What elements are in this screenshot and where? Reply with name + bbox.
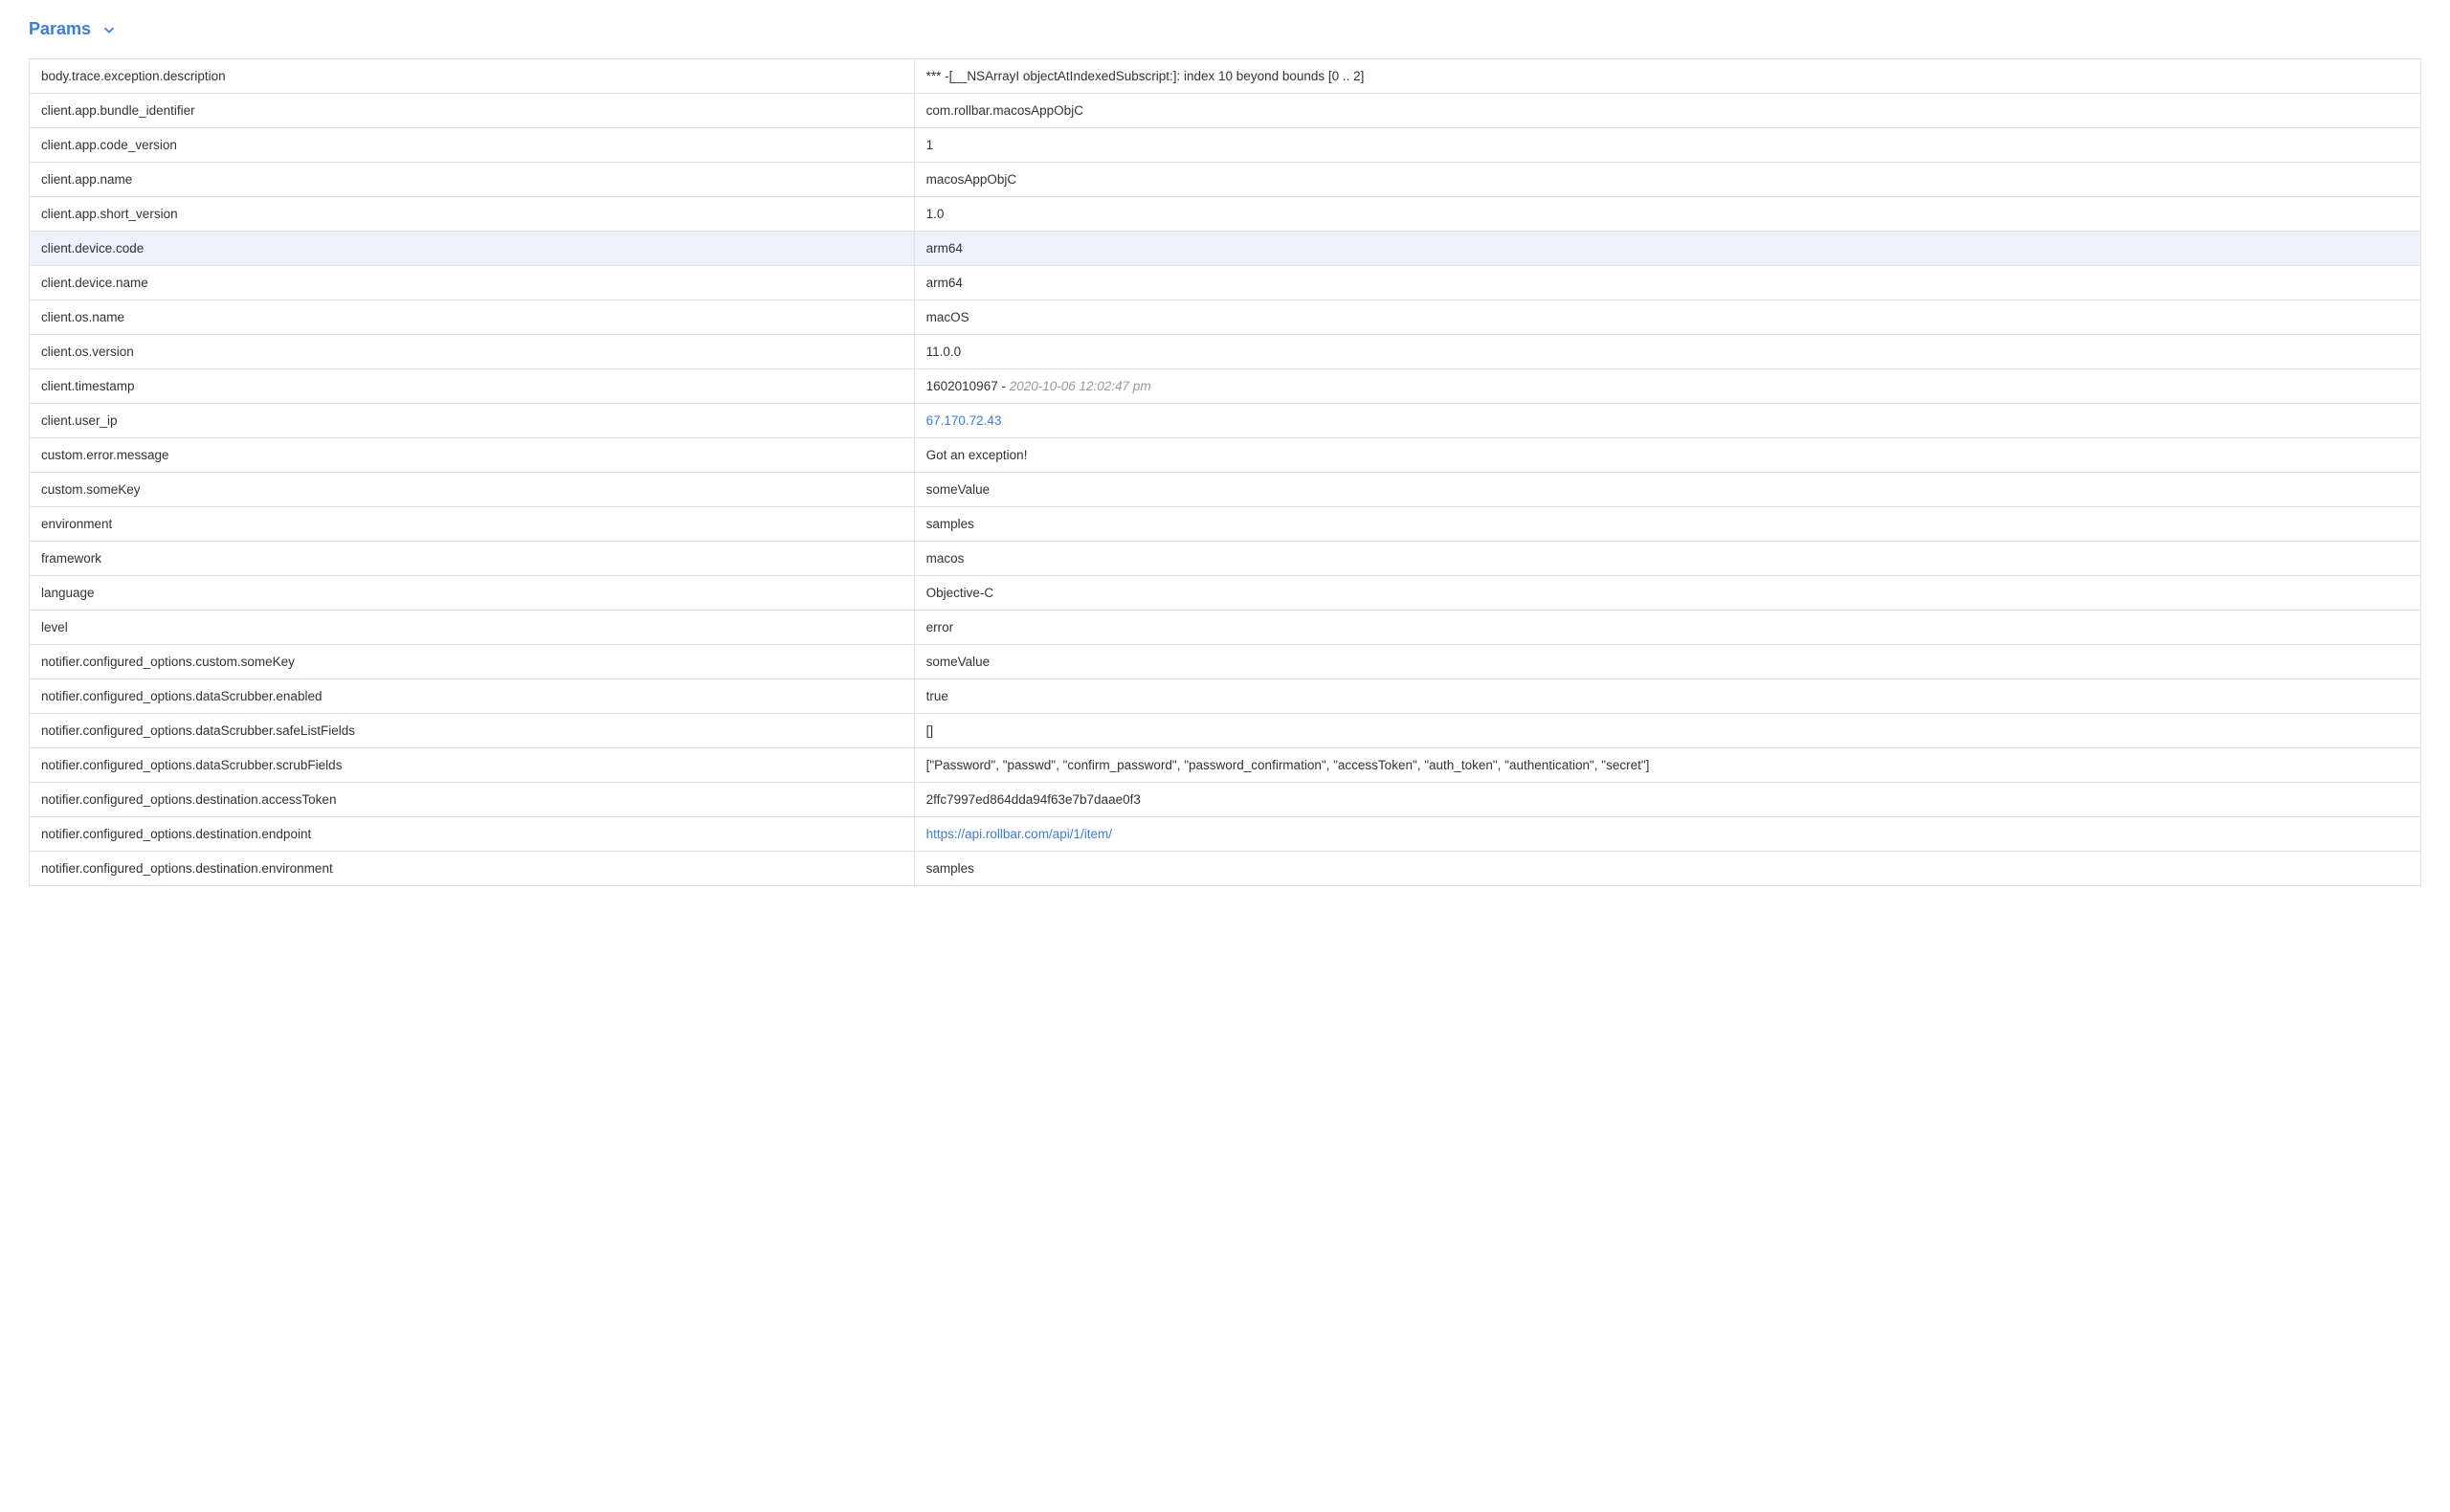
param-key: client.device.name: [30, 266, 915, 300]
param-key: custom.someKey: [30, 473, 915, 507]
param-link[interactable]: 67.170.72.43: [926, 413, 1002, 428]
param-value: someValue: [914, 473, 2420, 507]
timestamp-raw: 1602010967 -: [926, 379, 1010, 393]
param-key: notifier.configured_options.destination.…: [30, 852, 915, 886]
param-key: client.device.code: [30, 232, 915, 266]
param-value: macOS: [914, 300, 2420, 335]
param-key: notifier.configured_options.dataScrubber…: [30, 748, 915, 783]
table-row[interactable]: client.app.bundle_identifiercom.rollbar.…: [30, 94, 2421, 128]
param-key: notifier.configured_options.destination.…: [30, 817, 915, 852]
param-key: client.os.version: [30, 335, 915, 369]
table-row[interactable]: custom.error.messageGot an exception!: [30, 438, 2421, 473]
param-value: Got an exception!: [914, 438, 2420, 473]
table-row[interactable]: client.device.namearm64: [30, 266, 2421, 300]
table-row[interactable]: notifier.configured_options.dataScrubber…: [30, 714, 2421, 748]
param-key: notifier.configured_options.dataScrubber…: [30, 714, 915, 748]
param-key: notifier.configured_options.destination.…: [30, 783, 915, 817]
params-table: body.trace.exception.description*** -[__…: [29, 58, 2421, 886]
param-key: client.app.code_version: [30, 128, 915, 163]
table-row[interactable]: notifier.configured_options.destination.…: [30, 852, 2421, 886]
table-row[interactable]: client.os.version11.0.0: [30, 335, 2421, 369]
table-row[interactable]: notifier.configured_options.custom.someK…: [30, 645, 2421, 679]
table-row[interactable]: body.trace.exception.description*** -[__…: [30, 59, 2421, 94]
param-key: client.app.name: [30, 163, 915, 197]
param-value: 67.170.72.43: [914, 404, 2420, 438]
param-key: notifier.configured_options.custom.someK…: [30, 645, 915, 679]
param-value: error: [914, 611, 2420, 645]
param-value: 1602010967 - 2020-10-06 12:02:47 pm: [914, 369, 2420, 404]
table-row[interactable]: custom.someKeysomeValue: [30, 473, 2421, 507]
param-key: notifier.configured_options.dataScrubber…: [30, 679, 915, 714]
param-value: samples: [914, 507, 2420, 542]
param-value: samples: [914, 852, 2420, 886]
timestamp-formatted: 2020-10-06 12:02:47 pm: [1010, 379, 1151, 393]
param-key: client.app.bundle_identifier: [30, 94, 915, 128]
table-row[interactable]: environmentsamples: [30, 507, 2421, 542]
param-key: language: [30, 576, 915, 611]
param-value: 1.0: [914, 197, 2420, 232]
table-row[interactable]: languageObjective-C: [30, 576, 2421, 611]
table-row[interactable]: frameworkmacos: [30, 542, 2421, 576]
param-value: arm64: [914, 266, 2420, 300]
param-value: com.rollbar.macosAppObjC: [914, 94, 2420, 128]
params-section-header[interactable]: Params: [29, 19, 2421, 39]
param-value: 1: [914, 128, 2420, 163]
param-key: custom.error.message: [30, 438, 915, 473]
param-key: body.trace.exception.description: [30, 59, 915, 94]
param-key: client.user_ip: [30, 404, 915, 438]
table-row[interactable]: client.app.namemacosAppObjC: [30, 163, 2421, 197]
params-section-title: Params: [29, 19, 91, 39]
param-key: level: [30, 611, 915, 645]
table-row[interactable]: notifier.configured_options.destination.…: [30, 817, 2421, 852]
table-row[interactable]: client.app.code_version1: [30, 128, 2421, 163]
param-value: *** -[__NSArrayI objectAtIndexedSubscrip…: [914, 59, 2420, 94]
param-value: true: [914, 679, 2420, 714]
param-key: client.app.short_version: [30, 197, 915, 232]
param-value: 11.0.0: [914, 335, 2420, 369]
table-row[interactable]: client.os.namemacOS: [30, 300, 2421, 335]
chevron-down-icon: [102, 23, 116, 36]
param-value: https://api.rollbar.com/api/1/item/: [914, 817, 2420, 852]
table-row[interactable]: client.timestamp1602010967 - 2020-10-06 …: [30, 369, 2421, 404]
param-value: macos: [914, 542, 2420, 576]
param-value: someValue: [914, 645, 2420, 679]
param-value: macosAppObjC: [914, 163, 2420, 197]
table-row[interactable]: notifier.configured_options.dataScrubber…: [30, 679, 2421, 714]
param-value: ["Password", "passwd", "confirm_password…: [914, 748, 2420, 783]
param-value: []: [914, 714, 2420, 748]
param-value: arm64: [914, 232, 2420, 266]
table-row[interactable]: notifier.configured_options.dataScrubber…: [30, 748, 2421, 783]
param-value: 2ffc7997ed864dda94f63e7b7daae0f3: [914, 783, 2420, 817]
table-row[interactable]: client.device.codearm64: [30, 232, 2421, 266]
param-link[interactable]: https://api.rollbar.com/api/1/item/: [926, 827, 1112, 841]
param-value: Objective-C: [914, 576, 2420, 611]
param-key: environment: [30, 507, 915, 542]
param-key: client.timestamp: [30, 369, 915, 404]
table-row[interactable]: client.app.short_version1.0: [30, 197, 2421, 232]
table-row[interactable]: notifier.configured_options.destination.…: [30, 783, 2421, 817]
table-row[interactable]: client.user_ip 67.170.72.43: [30, 404, 2421, 438]
param-key: framework: [30, 542, 915, 576]
param-key: client.os.name: [30, 300, 915, 335]
table-row[interactable]: levelerror: [30, 611, 2421, 645]
